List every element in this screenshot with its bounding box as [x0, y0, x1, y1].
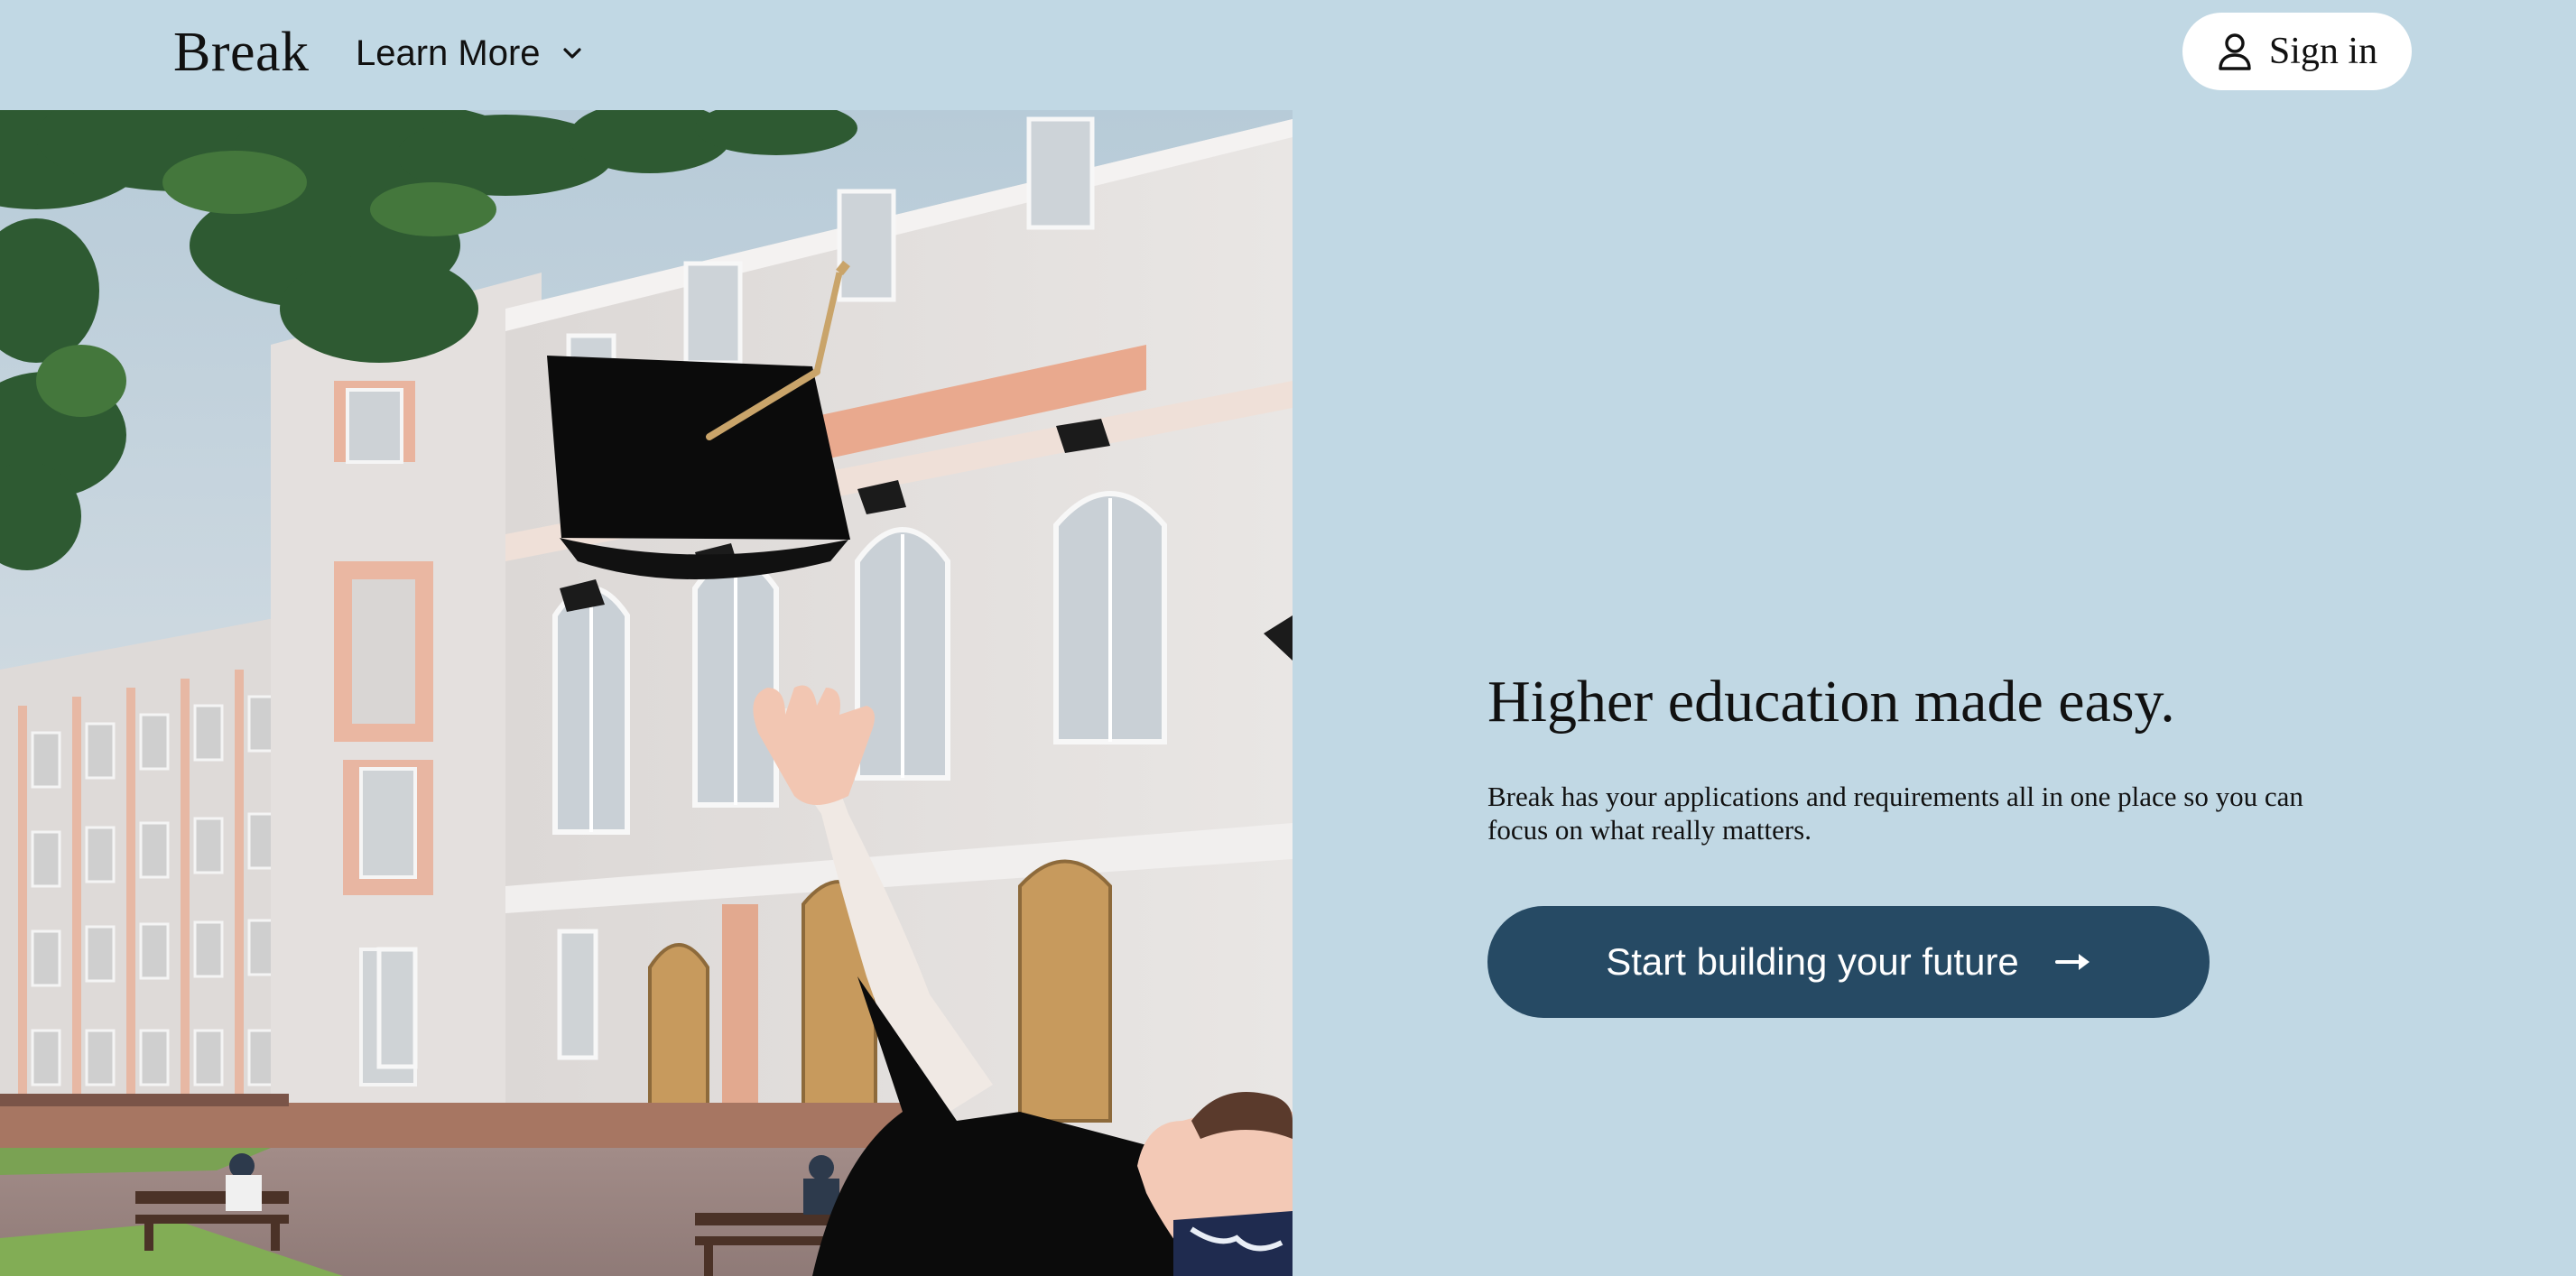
chevron-down-icon	[561, 42, 584, 65]
start-building-label: Start building your future	[1606, 940, 2019, 983]
arrow-right-icon	[2054, 951, 2091, 973]
start-building-button[interactable]: Start building your future	[1487, 906, 2210, 1018]
hero-subcopy: Break has your applications and requirem…	[1487, 781, 2303, 846]
graduation-photo	[0, 110, 1293, 1276]
learn-more-label: Learn More	[356, 32, 541, 73]
hero-headline: Higher education made easy.	[1487, 669, 2175, 735]
learn-more-menu[interactable]: Learn More	[356, 27, 584, 79]
hero-copy: Higher education made easy. Break has yo…	[1487, 666, 2390, 846]
user-icon	[2217, 32, 2253, 71]
top-navigation-bar: Break Learn More Sign in	[0, 0, 2576, 110]
brand-logo[interactable]: Break	[173, 20, 310, 85]
sign-in-label: Sign in	[2268, 31, 2378, 72]
sign-in-button[interactable]: Sign in	[2182, 13, 2412, 90]
